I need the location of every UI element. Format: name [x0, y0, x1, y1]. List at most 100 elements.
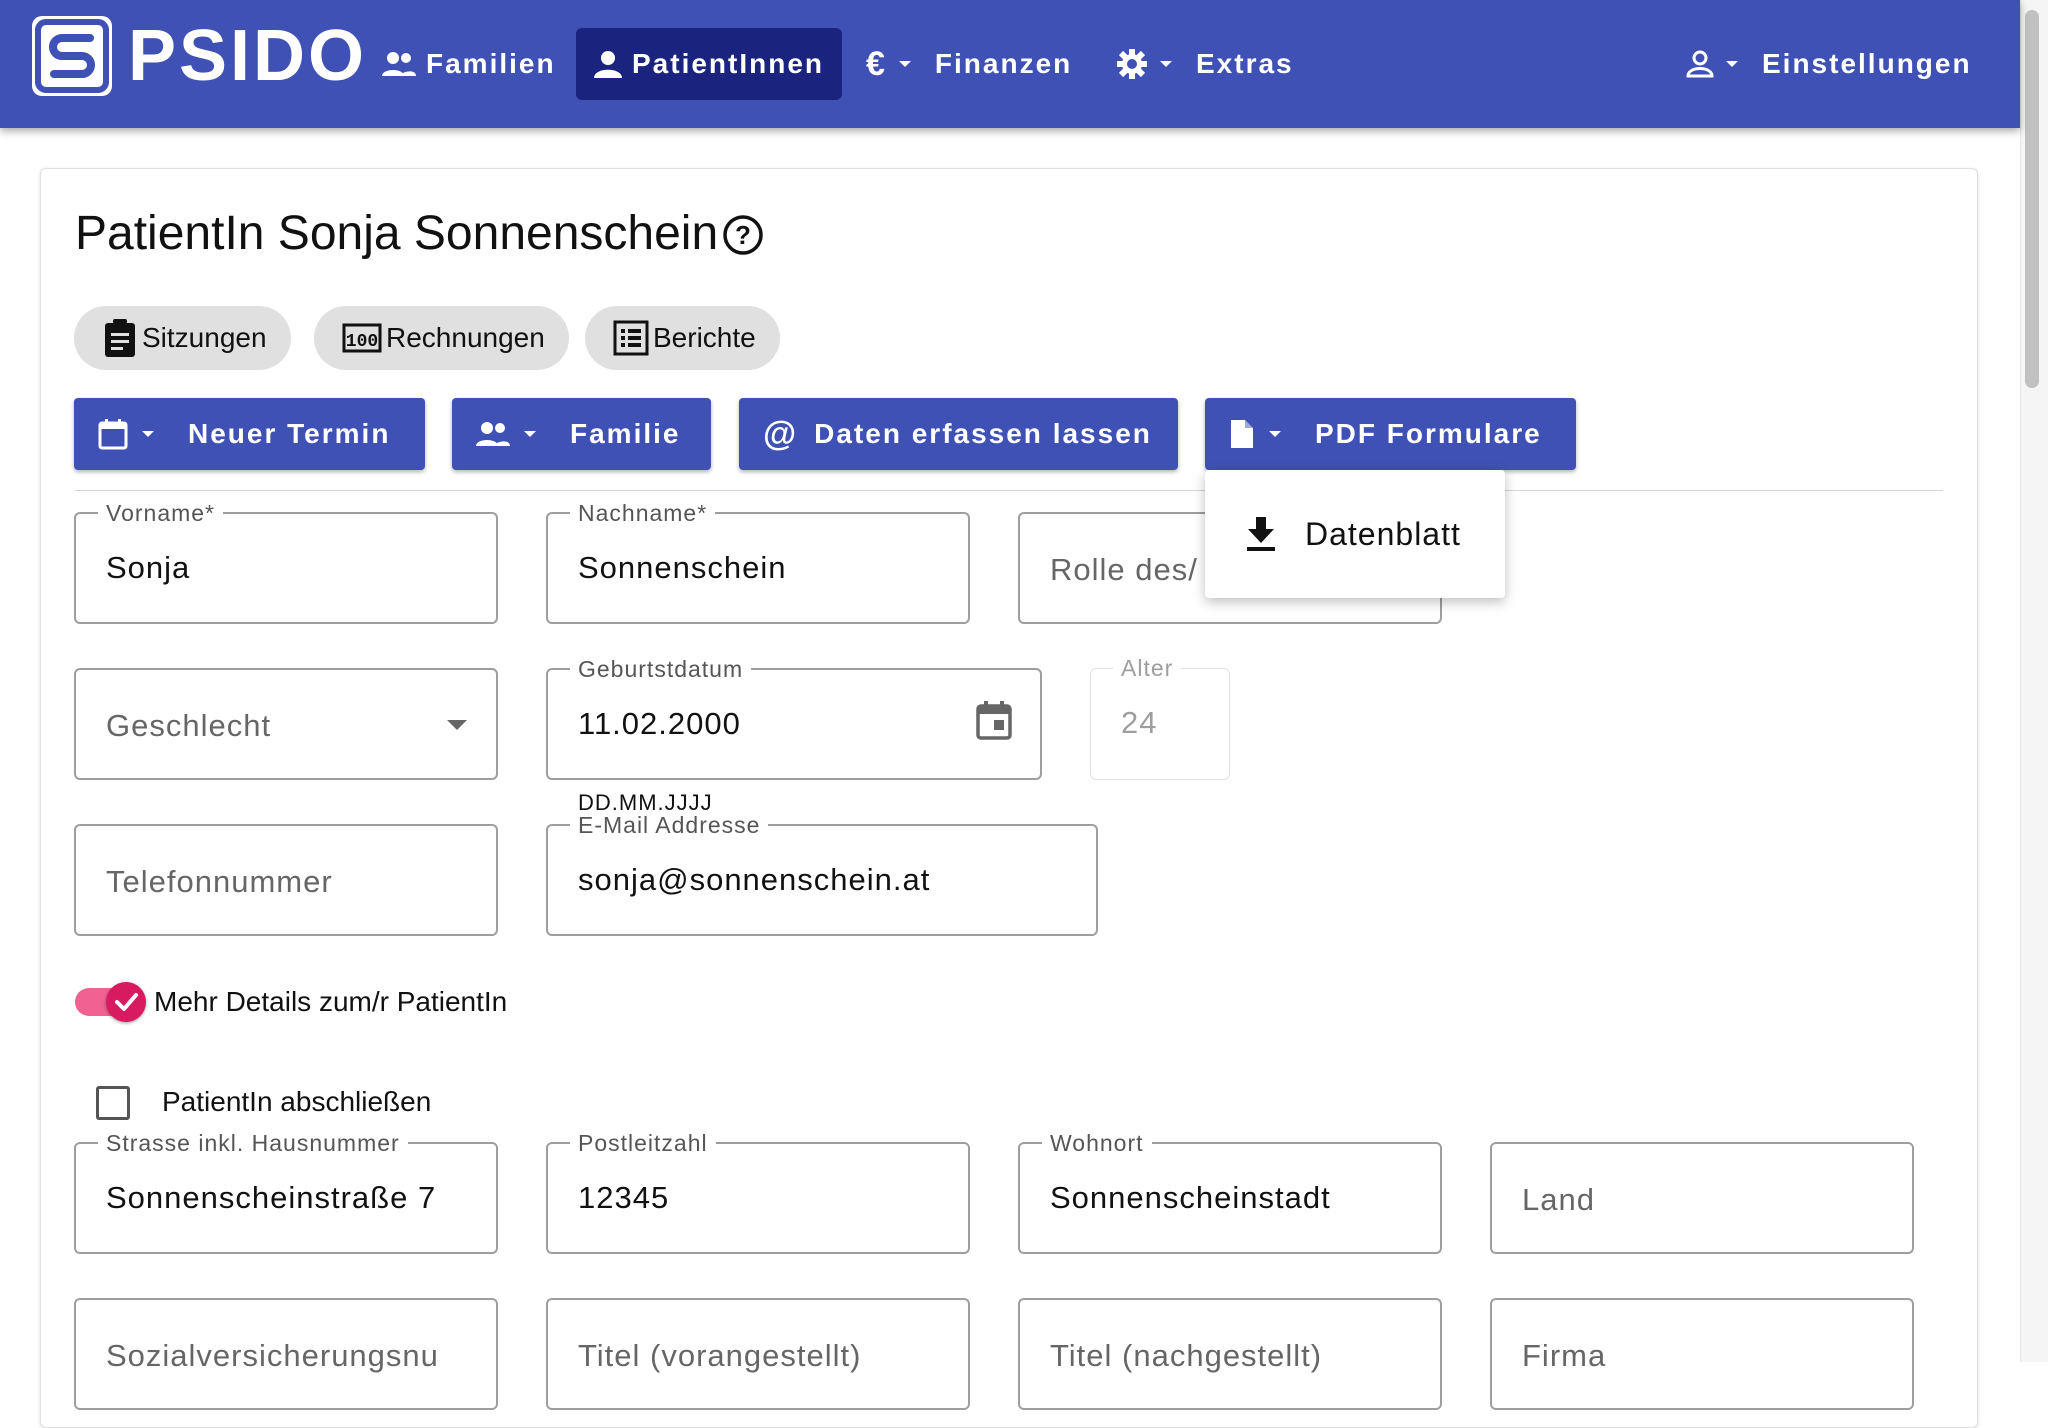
- top-app-bar: PSIDO Familien PatientInnen € Finanzen E…: [0, 0, 2020, 128]
- daten-erfassen-button[interactable]: @ Daten erfassen lassen: [739, 398, 1178, 470]
- plz-field[interactable]: Postleitzahl 12345: [546, 1130, 970, 1254]
- nav-finanzen-label: Finanzen: [934, 48, 1073, 79]
- gear-icon: [1116, 48, 1148, 80]
- titel-vor-placeholder: Titel (vorangestellt): [578, 1338, 862, 1373]
- nachname-label: Nachname*: [570, 500, 716, 526]
- caret-down-icon: [140, 429, 156, 439]
- download-icon: [1245, 515, 1277, 553]
- abschliessen-label: PatientIn abschließen: [162, 1086, 432, 1117]
- geschlecht-select[interactable]: Geschlecht: [74, 668, 498, 780]
- user-outline-icon: [1686, 50, 1714, 78]
- person-icon: [594, 50, 622, 78]
- titel-nach-field[interactable]: Titel (nachgestellt): [1018, 1298, 1442, 1410]
- caret-down-icon: [1724, 59, 1740, 69]
- pdf-formulare-label: PDF Formulare: [1315, 418, 1542, 449]
- geburtsdatum-field[interactable]: Geburtstdatum 11.02.2000: [546, 656, 1042, 780]
- vorname-label: Vorname*: [98, 500, 224, 526]
- chip-berichte[interactable]: Berichte: [585, 306, 780, 370]
- file-icon: [1229, 418, 1255, 450]
- clipboard-icon: [102, 318, 138, 358]
- wohnort-label: Wohnort: [1042, 1130, 1152, 1156]
- firma-placeholder: Firma: [1522, 1338, 1607, 1373]
- caret-down-icon: [1267, 429, 1283, 439]
- alter-field: Alter 24: [1090, 655, 1230, 780]
- brand-name[interactable]: PSIDO: [128, 14, 367, 98]
- pdf-formulare-button[interactable]: PDF Formulare: [1205, 398, 1576, 470]
- nachname-value: Sonnenschein: [578, 550, 787, 585]
- land-field[interactable]: Land: [1490, 1142, 1914, 1254]
- email-label: E-Mail Addresse: [570, 812, 769, 838]
- geschlecht-placeholder: Geschlecht: [106, 708, 272, 743]
- strasse-value: Sonnenscheinstraße 7: [106, 1180, 437, 1215]
- calendar-icon: [98, 418, 128, 450]
- chip-berichte-label: Berichte: [653, 322, 756, 353]
- counter-icon: 100: [342, 322, 382, 354]
- people-icon: [382, 50, 416, 78]
- familie-button[interactable]: Familie: [452, 398, 711, 470]
- psido-logo-icon[interactable]: [32, 16, 112, 96]
- caret-down-icon: [446, 718, 468, 736]
- telefon-field[interactable]: Telefonnummer: [74, 824, 498, 936]
- nachname-field[interactable]: Nachname* Sonnenschein: [546, 500, 970, 624]
- caret-down-icon: [1158, 59, 1174, 69]
- strasse-field[interactable]: Strasse inkl. Hausnummer Sonnenscheinstr…: [74, 1130, 498, 1254]
- section-divider: [75, 490, 1943, 491]
- datenblatt-label: Datenblatt: [1305, 515, 1461, 552]
- toggle-thumb[interactable]: [106, 982, 146, 1022]
- chip-rechnungen[interactable]: 100 Rechnungen: [314, 306, 569, 370]
- vorname-field[interactable]: Vorname* Sonja: [74, 500, 498, 624]
- nav-extras[interactable]: Extras: [1116, 28, 1294, 100]
- abschliessen-checkbox[interactable]: [96, 1086, 130, 1120]
- nav-einstellungen[interactable]: Einstellungen: [1686, 28, 1972, 100]
- plz-value: 12345: [578, 1180, 670, 1215]
- titel-nach-placeholder: Titel (nachgestellt): [1050, 1338, 1323, 1373]
- plz-label: Postleitzahl: [570, 1130, 716, 1156]
- nav-patienten-label: PatientInnen: [632, 48, 825, 79]
- nav-einstellungen-label: Einstellungen: [1762, 48, 1972, 79]
- land-placeholder: Land: [1522, 1182, 1595, 1217]
- svg-text:100: 100: [346, 332, 378, 352]
- caret-down-icon: [522, 429, 538, 439]
- help-circle-icon[interactable]: ?: [722, 214, 764, 261]
- check-icon: [115, 993, 138, 1011]
- page-title: PatientIn Sonja Sonnenschein: [75, 207, 719, 260]
- wohnort-value: Sonnenscheinstadt: [1050, 1180, 1331, 1215]
- mehr-details-label: Mehr Details zum/r PatientIn: [154, 986, 508, 1017]
- chip-rechnungen-label: Rechnungen: [386, 322, 545, 353]
- geburtsdatum-label: Geburtstdatum: [570, 656, 752, 682]
- scrollbar-thumb[interactable]: [2025, 10, 2039, 388]
- menu-item-datenblatt[interactable]: Datenblatt: [1205, 470, 1505, 598]
- email-value: sonja@sonnenschein.at: [578, 862, 931, 897]
- nav-familien[interactable]: Familien: [382, 28, 556, 100]
- wohnort-field[interactable]: Wohnort Sonnenscheinstadt: [1018, 1130, 1442, 1254]
- nav-extras-label: Extras: [1196, 48, 1294, 79]
- pdf-formulare-menu: Datenblatt: [1205, 470, 1505, 598]
- alter-label: Alter: [1113, 655, 1182, 681]
- svnr-field[interactable]: Sozialversicherungsnu: [74, 1298, 498, 1410]
- at-icon: @: [763, 414, 799, 453]
- firma-field[interactable]: Firma: [1490, 1298, 1914, 1410]
- people-icon: [476, 420, 510, 448]
- daten-erfassen-label: Daten erfassen lassen: [814, 418, 1152, 449]
- rolle-placeholder: Rolle des/: [1050, 552, 1198, 587]
- familie-label: Familie: [570, 418, 681, 449]
- email-field[interactable]: E-Mail Addresse sonja@sonnenschein.at: [546, 812, 1098, 936]
- svnr-placeholder: Sozialversicherungsnu: [106, 1338, 439, 1373]
- titel-vor-field[interactable]: Titel (vorangestellt): [546, 1298, 970, 1410]
- nav-finanzen[interactable]: € Finanzen: [866, 28, 1072, 100]
- neuer-termin-label: Neuer Termin: [188, 418, 391, 449]
- chip-sitzungen[interactable]: Sitzungen: [74, 306, 291, 370]
- nav-patienten[interactable]: PatientInnen: [576, 28, 843, 100]
- svg-text:?: ?: [735, 220, 751, 250]
- alter-value: 24: [1121, 705, 1158, 740]
- nav-familien-label: Familien: [426, 48, 556, 79]
- chip-sitzungen-label: Sitzungen: [142, 322, 267, 353]
- euro-icon: €: [866, 44, 887, 83]
- strasse-label: Strasse inkl. Hausnummer: [98, 1130, 408, 1156]
- neuer-termin-button[interactable]: Neuer Termin: [74, 398, 425, 470]
- telefon-placeholder: Telefonnummer: [106, 864, 333, 899]
- caret-down-icon: [897, 59, 913, 69]
- calendar-icon[interactable]: [976, 700, 1012, 745]
- list-icon: [613, 320, 649, 356]
- geburtsdatum-value: 11.02.2000: [578, 706, 741, 741]
